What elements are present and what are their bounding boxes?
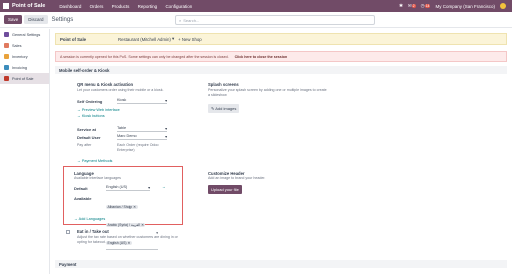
search-input[interactable]: ⌕ Search... — [175, 15, 375, 25]
pos-selector-dropdown[interactable]: Restaurant (Mitchell Admin) — [118, 37, 171, 42]
add-images-button[interactable]: ✎ Add images — [208, 104, 240, 113]
default-user-select[interactable]: Marc Demo ▾ — [117, 134, 167, 140]
inventory-icon — [4, 54, 9, 59]
payment-link-label: Payment Methods — [81, 159, 113, 163]
pay-after-value: Each Order (require Odoo Enterprise) — [117, 143, 159, 152]
sidebar-item-label: General Settings — [12, 32, 41, 37]
qr-desc: Let your customers order using their mob… — [77, 88, 164, 92]
company-switcher[interactable]: My Company (San Francisco) — [435, 4, 495, 9]
language-tag: Albanian / Shqip ✕ — [106, 205, 138, 209]
new-shop-button[interactable]: + New Shop — [178, 37, 202, 42]
search-icon: ⌕ — [179, 17, 182, 23]
upload-file-button[interactable]: Upload your file — [208, 185, 242, 194]
sidebar-item-sales[interactable]: Sales — [0, 40, 49, 51]
search-placeholder: Search... — [183, 17, 200, 23]
menu-dashboard[interactable]: Dashboard — [59, 4, 81, 9]
kiosk-buttons-link[interactable]: → Kiosk buttons — [77, 114, 105, 118]
pos-selector-bar: Point of Sale Restaurant (Mitchell Admin… — [55, 33, 507, 45]
apps-menu-icon[interactable] — [3, 3, 9, 9]
menu-products[interactable]: Products — [112, 4, 130, 9]
service-at-value: Table — [117, 126, 127, 130]
app-name[interactable]: Point of Sale — [12, 3, 45, 9]
main-menu: Dashboard Orders Products Reporting Conf… — [59, 4, 199, 9]
menu-reporting[interactable]: Reporting — [138, 4, 158, 9]
language-desc: Available interface languages — [74, 176, 121, 180]
top-navbar: Point of Sale Dashboard Orders Products … — [0, 0, 512, 12]
qr-title: QR menu & Kiosk activation — [77, 82, 134, 87]
self-ordering-value: Kiosk — [117, 98, 127, 102]
close-session-link[interactable]: Click here to close the session — [235, 55, 288, 59]
splash-title: Splash screens — [208, 82, 239, 87]
point-of-sale-icon — [4, 76, 9, 81]
settings-sheet: Point of Sale Restaurant (Mitchell Admin… — [51, 29, 512, 274]
chat-badge: 2 — [411, 4, 416, 8]
invoicing-icon — [4, 65, 9, 70]
available-languages-label: Available — [74, 196, 92, 201]
menu-orders[interactable]: Orders — [90, 4, 104, 9]
general-settings-icon — [4, 32, 9, 37]
sidebar-item-label: Inventory — [12, 54, 28, 59]
sidebar-item-general-settings[interactable]: General Settings — [0, 29, 49, 40]
kiosk-link-label: Kiosk buttons — [81, 114, 105, 118]
add-images-label: Add images — [215, 106, 237, 111]
self-ordering-label: Self Ordering — [77, 99, 103, 104]
default-language-select[interactable]: English (US) ▾ — [106, 185, 150, 191]
add-languages-link[interactable]: → Add Languages — [74, 217, 105, 221]
splash-desc: Personalize your splash screen by adding… — [208, 88, 327, 97]
self-ordering-select[interactable]: Kiosk ▾ — [117, 98, 167, 104]
chevron-down-icon: ▾ — [165, 135, 167, 139]
save-button[interactable]: Save — [4, 15, 23, 24]
preview-link-label: Preview Web interface — [81, 108, 120, 112]
menu-configuration[interactable]: Configuration — [165, 4, 192, 9]
sidebar-item-label: Sales — [12, 43, 22, 48]
settings-main: Point of Sale Restaurant (Mitchell Admin… — [51, 29, 512, 274]
customize-header-desc: Add an image to brand your header. — [208, 176, 266, 180]
discard-button[interactable]: Discard — [24, 15, 48, 24]
chevron-down-icon: ▾ — [165, 99, 167, 103]
warning-text: A session is currently opened for this P… — [60, 54, 229, 59]
sidebar-item-label: Point of Sale — [12, 76, 34, 81]
close-icon[interactable]: ✕ — [141, 223, 144, 227]
pos-selector-label: Point of Sale — [60, 36, 87, 42]
add-languages-label: Add Languages — [78, 217, 106, 221]
settings-sidebar: General Settings Sales Inventory Invoici… — [0, 29, 50, 274]
service-at-label: Service at — [77, 127, 96, 132]
preview-web-link[interactable]: → Preview Web interface — [77, 108, 120, 112]
eat-in-checkbox[interactable] — [66, 230, 70, 234]
default-language-value: English (US) — [106, 185, 128, 189]
payment-methods-link[interactable]: → Payment Methods — [77, 159, 112, 163]
default-user-label: Default User — [77, 135, 101, 140]
session-warning: A session is currently opened for this P… — [55, 51, 507, 62]
control-panel: Save Discard Settings ⌕ Search... — [0, 12, 512, 28]
section-title-payment: Payment — [55, 260, 507, 268]
chevron-down-icon[interactable]: ▾ — [171, 36, 174, 42]
sidebar-item-inventory[interactable]: Inventory — [0, 51, 49, 62]
clock-icon[interactable]: ◷14 — [421, 3, 431, 9]
systray: ✱ ✉2 ◷14 My Company (San Francisco) — [399, 0, 506, 12]
sidebar-item-invoicing[interactable]: Invoicing — [0, 62, 49, 73]
sidebar-item-point-of-sale[interactable]: Point of Sale — [0, 73, 49, 84]
pay-after-label: Pay after — [77, 143, 92, 147]
breadcrumb: Settings — [51, 16, 74, 23]
chevron-down-icon: ▾ — [148, 186, 150, 190]
chevron-down-icon: ▾ — [165, 127, 167, 131]
activity-badge: 14 — [424, 4, 431, 8]
chat-icon[interactable]: ✉2 — [408, 3, 416, 9]
language-tag: Arabic (Syria) / العربية ✕ — [106, 223, 146, 227]
internal-link-icon[interactable]: → — [162, 185, 166, 189]
sales-icon — [4, 43, 9, 48]
eat-in-desc: Adjust the tax rate based on whether cus… — [77, 235, 178, 244]
avatar[interactable] — [500, 3, 506, 9]
section-title-mobile: Mobile self-order & Kiosk — [55, 66, 507, 74]
eat-in-title: Eat in / Take out — [77, 229, 109, 234]
default-user-value: Marc Demo — [117, 134, 137, 138]
close-icon[interactable]: ✕ — [133, 205, 136, 209]
default-language-label: Default — [74, 186, 88, 191]
service-at-select[interactable]: Table ▾ — [117, 126, 167, 132]
bug-icon[interactable]: ✱ — [399, 3, 403, 9]
sidebar-item-label: Invoicing — [12, 65, 27, 70]
